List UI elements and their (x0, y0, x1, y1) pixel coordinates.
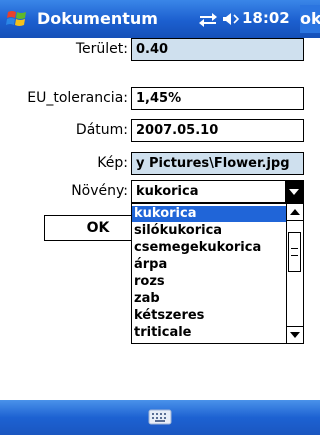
list-item[interactable]: kukorica (132, 206, 286, 222)
datum-label: Dátum: (75, 122, 128, 138)
chevron-down-icon[interactable] (285, 181, 303, 202)
clock[interactable]: 18:02 (242, 9, 290, 27)
windows-start-icon[interactable] (6, 8, 28, 30)
connectivity-icon[interactable] (198, 11, 218, 27)
eu-tolerancia-field[interactable]: 1,45% (131, 87, 304, 110)
title-bar: Dokumentum 18:02 ok (0, 0, 320, 38)
scroll-thumb[interactable] (288, 232, 301, 272)
volume-icon[interactable] (222, 11, 240, 27)
noveny-combobox[interactable]: kukorica (131, 180, 304, 203)
scroll-down-icon[interactable] (287, 326, 303, 343)
list-item[interactable]: kétszeres (132, 308, 286, 324)
ok-title-button[interactable]: ok (300, 5, 320, 33)
dropdown-scrollbar[interactable] (286, 204, 303, 343)
list-item[interactable]: árpa (132, 257, 286, 273)
terulet-label: Terület: (75, 41, 128, 57)
noveny-selected-value: kukorica (136, 184, 199, 199)
list-item[interactable]: csemegekukorica (132, 240, 286, 256)
kep-label: Kép: (97, 155, 128, 171)
noveny-label: Növény: (71, 183, 128, 199)
list-item[interactable]: triticale (132, 325, 286, 341)
list-item[interactable]: silókukorica (132, 223, 286, 239)
app-title: Dokumentum (37, 9, 158, 28)
menu-bar (0, 400, 320, 435)
eu-tolerancia-label: EU_tolerancia: (27, 90, 128, 106)
kep-field: y Pictures\Flower.jpg (131, 152, 304, 175)
datum-field[interactable]: 2007.05.10 (131, 119, 304, 142)
list-item[interactable]: rozs (132, 274, 286, 290)
noveny-dropdown-list[interactable]: kukorica silókukorica csemegekukorica ár… (131, 203, 304, 344)
scroll-up-icon[interactable] (287, 204, 303, 221)
keyboard-icon[interactable] (148, 408, 172, 426)
list-item[interactable]: zab (132, 291, 286, 307)
terulet-field: 0.40 (131, 38, 304, 61)
